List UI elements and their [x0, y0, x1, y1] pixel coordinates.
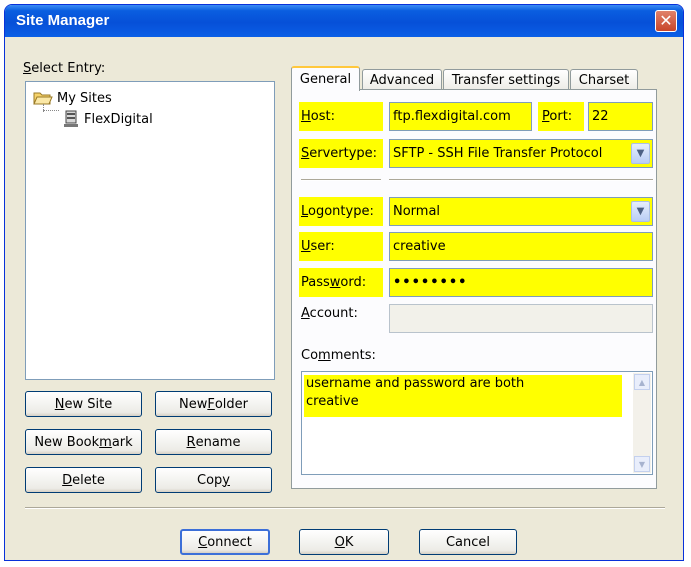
servertype-select[interactable]: SFTP - SSH File Transfer Protocol ▼ — [389, 139, 653, 168]
delete-button[interactable]: Delete — [25, 467, 142, 493]
chevron-down-icon[interactable]: ▼ — [631, 143, 650, 164]
select-entry-label: Select Entry: — [23, 61, 106, 76]
tab-general[interactable]: General — [291, 66, 360, 91]
logontype-label: Logontype: — [299, 197, 383, 226]
scroll-down-icon[interactable]: ▼ — [634, 456, 650, 472]
comments-textarea[interactable]: username and password are both creative … — [301, 371, 653, 475]
comments-text: username and password are both creative — [304, 375, 622, 417]
comments-label: Comments: — [301, 348, 376, 363]
user-input[interactable]: creative — [389, 232, 653, 261]
site-tree[interactable]: My Sites FlexDigital — [25, 81, 275, 380]
host-input[interactable]: ftp.flexdigital.com — [389, 102, 532, 131]
password-input[interactable]: •••••••• — [389, 268, 653, 297]
comments-scrollbar[interactable]: ▲ ▼ — [633, 373, 651, 473]
servertype-label: Servertype: — [299, 139, 383, 168]
tree-connector — [43, 110, 59, 112]
tree-item-flexdigital[interactable]: FlexDigital — [62, 110, 153, 128]
connect-button[interactable]: Connect — [180, 529, 270, 555]
servertype-value: SFTP - SSH File Transfer Protocol — [393, 146, 603, 161]
tab-advanced[interactable]: Advanced — [362, 69, 442, 91]
ok-button[interactable]: OK — [299, 529, 389, 555]
chevron-down-icon[interactable]: ▼ — [631, 201, 650, 222]
new-folder-button[interactable]: New Folder — [155, 391, 272, 417]
port-input[interactable]: 22 — [588, 102, 653, 131]
logontype-value: Normal — [393, 204, 441, 219]
host-label: Host: — [299, 102, 383, 131]
port-label: Port: — [538, 102, 584, 131]
separator — [389, 179, 653, 181]
comments-line: username and password are both — [306, 376, 525, 391]
site-manager-window: Site Manager ✕ Select Entry: My Sites Fl… — [4, 4, 684, 561]
new-bookmark-button[interactable]: New Book m ark — [25, 429, 142, 455]
user-label: User: — [299, 232, 383, 261]
tree-connector — [43, 104, 45, 112]
password-label: Password: — [299, 268, 383, 297]
window-title: Site Manager — [16, 12, 110, 29]
close-icon[interactable]: ✕ — [655, 10, 677, 32]
tab-transfer-settings[interactable]: Transfer settings — [443, 69, 569, 91]
comments-line: creative — [306, 394, 359, 409]
tree-item-label: My Sites — [57, 90, 112, 106]
separator — [301, 179, 381, 181]
tree-item-label: FlexDigital — [84, 111, 153, 127]
scroll-up-icon[interactable]: ▲ — [634, 374, 650, 390]
cancel-button[interactable]: Cancel — [419, 529, 517, 555]
account-input[interactable] — [389, 304, 653, 333]
title-bar[interactable]: Site Manager ✕ — [5, 5, 683, 37]
rename-button[interactable]: Rename — [155, 429, 272, 455]
tab-charset[interactable]: Charset — [570, 69, 638, 91]
copy-button[interactable]: Cop y — [155, 467, 272, 493]
server-icon — [64, 110, 78, 127]
account-label: Account: — [301, 306, 358, 321]
footer-separator — [25, 507, 665, 509]
new-site-button[interactable]: New Site — [25, 391, 142, 417]
logontype-select[interactable]: Normal ▼ — [389, 197, 653, 226]
